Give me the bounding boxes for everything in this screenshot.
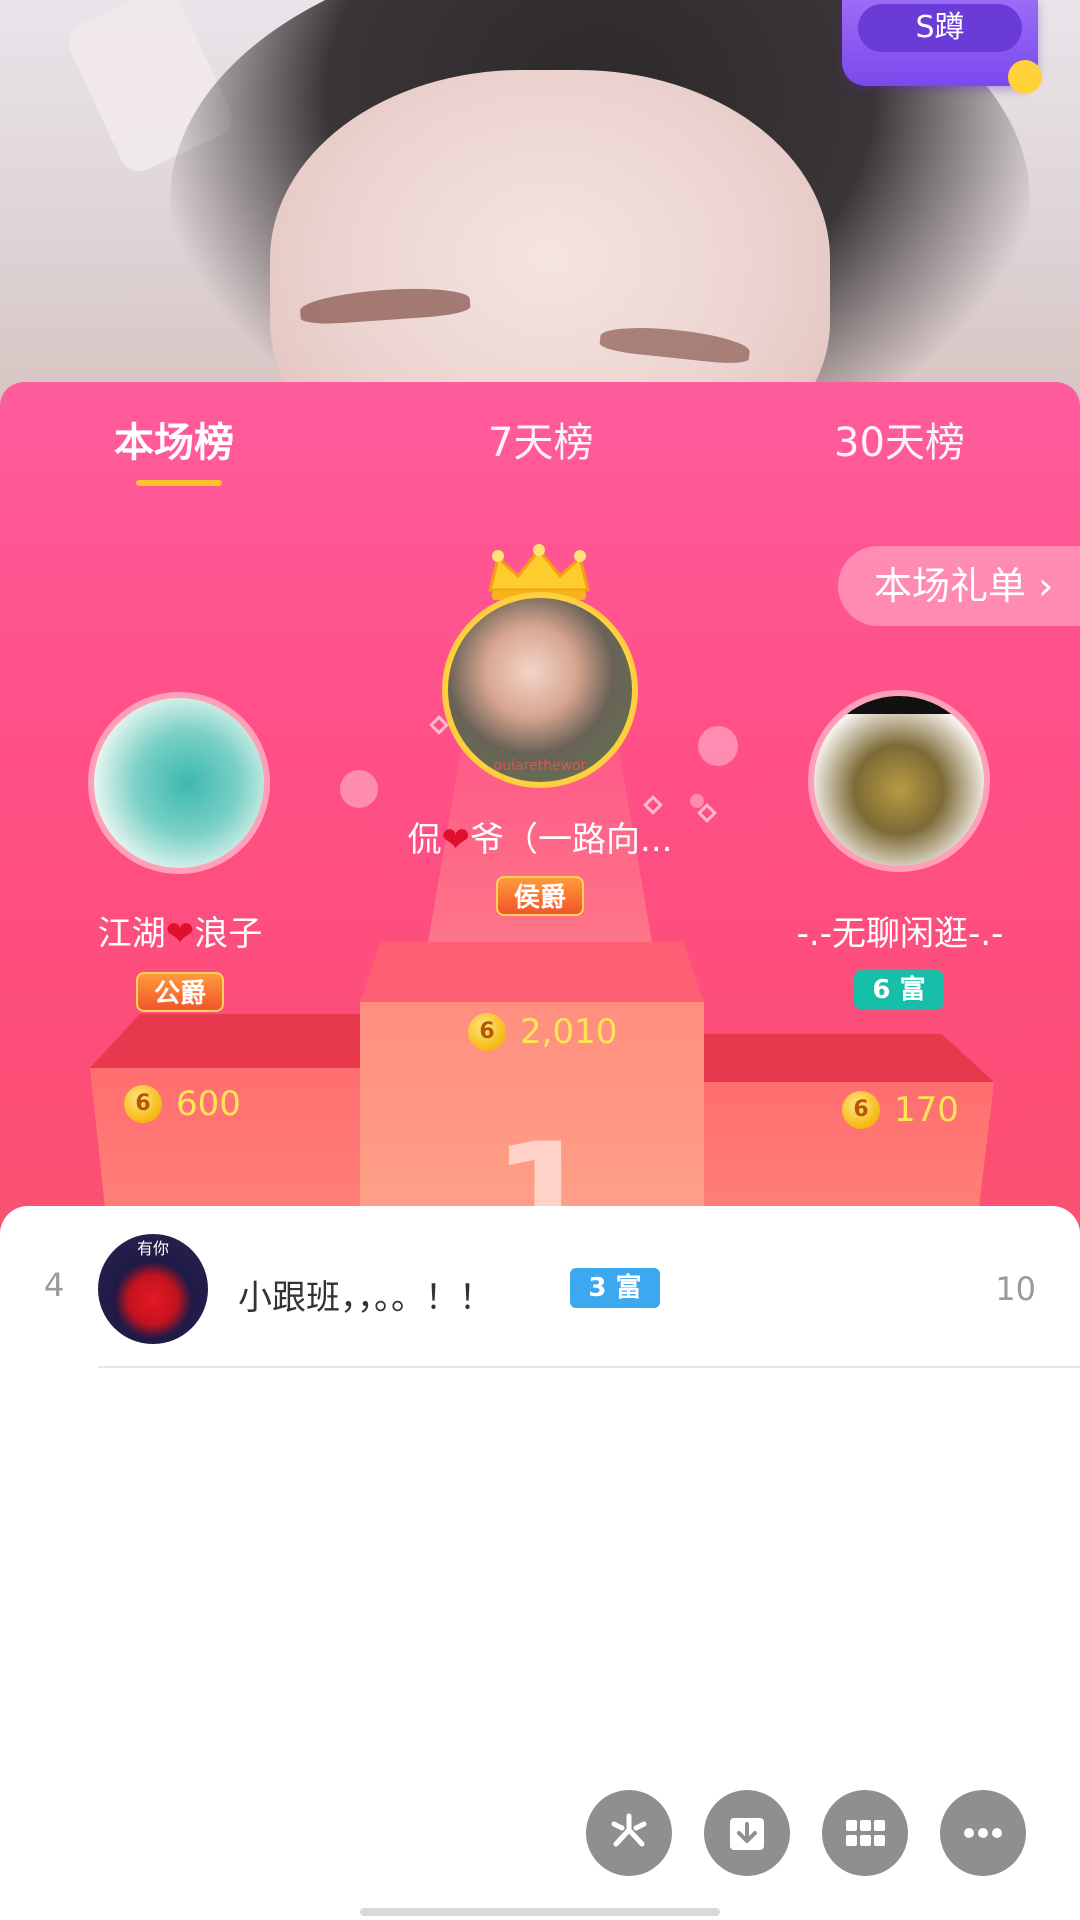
promo-badge[interactable]: S蹲 <box>842 0 1042 94</box>
tab-30-days[interactable]: 30天榜 <box>834 410 965 468</box>
list-item-avatar[interactable]: 有你 <box>98 1234 208 1344</box>
rank-3-wealth-badge: 6 富 <box>854 970 944 1010</box>
podium-third-top <box>704 1034 994 1082</box>
download-icon <box>730 1818 764 1850</box>
rank-1-coins: 6 2,010 <box>468 1012 617 1052</box>
coin-icon: 6 <box>124 1085 162 1123</box>
download-button[interactable] <box>704 1790 790 1876</box>
podium-second-top <box>90 1014 366 1068</box>
gift-list-button[interactable]: 本场礼单 › <box>838 546 1080 626</box>
coin-icon: 6 <box>468 1013 506 1051</box>
home-indicator[interactable] <box>360 1908 720 1916</box>
promo-badge-label: S蹲 <box>858 4 1022 52</box>
rank-1-avatar[interactable]: ouiarethewor <box>442 592 638 788</box>
ranking-tabs: 本场榜 7天榜 30天榜 <box>0 382 1080 492</box>
moon-icon <box>1008 60 1042 94</box>
list-item-score: 10 <box>995 1270 1036 1308</box>
sparkle <box>340 770 378 808</box>
rank-3-name: -.-无聊闲逛-.- <box>796 914 1004 954</box>
sparkle <box>698 726 738 766</box>
tab-this-session[interactable]: 本场榜 <box>114 410 234 468</box>
avatar-overlay-text: ouiarethewor <box>493 758 587 774</box>
list-item-wealth-badge: 3 富 <box>570 1268 660 1308</box>
rank-1-noble-badge: 侯爵 <box>496 876 584 916</box>
heart-icon: ❤ <box>441 820 471 860</box>
rank-3-avatar[interactable] <box>808 690 990 872</box>
face <box>270 70 830 420</box>
tab-7-days[interactable]: 7天榜 <box>488 410 593 468</box>
more-button[interactable] <box>940 1790 1026 1876</box>
rank-2-noble-badge: 公爵 <box>136 972 224 1012</box>
list-item[interactable]: 4 有你 小跟班，，。。！！ 3 富 10 <box>0 1206 1080 1366</box>
more-icon <box>964 1828 1002 1838</box>
rank-2-avatar[interactable] <box>88 692 270 874</box>
sparkle <box>690 794 704 808</box>
ranking-list: 4 有你 小跟班，，。。！！ 3 富 10 <box>0 1206 1080 1920</box>
rank-3-coins: 6 170 <box>842 1090 959 1130</box>
rank-2-coins: 6 600 <box>124 1084 241 1124</box>
list-item-name: 小跟班，，。。！！ <box>238 1278 493 1318</box>
divider <box>98 1366 1080 1368</box>
rank-2-name: 江湖❤浪子 <box>97 914 263 954</box>
tab-underline <box>136 480 222 486</box>
list-item-rank: 4 <box>44 1266 65 1304</box>
rank-1-name: 侃❤爷（一路向... <box>407 820 673 860</box>
apps-button[interactable] <box>822 1790 908 1876</box>
heart-icon: ❤ <box>165 914 195 954</box>
avatar-caption: 有你 <box>136 1239 169 1258</box>
grid-icon <box>846 1820 885 1846</box>
share-button[interactable] <box>586 1790 672 1876</box>
share-icon <box>611 1813 647 1847</box>
podium-first-top <box>360 942 704 1002</box>
coin-icon: 6 <box>842 1091 880 1129</box>
